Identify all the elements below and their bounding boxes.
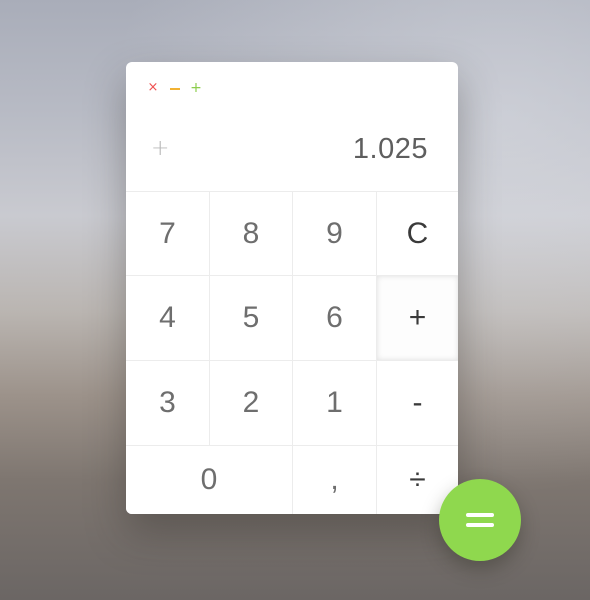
key-1[interactable]: 1 [293, 361, 377, 446]
subtract-button[interactable]: - [377, 361, 458, 446]
display: + 1.025 [126, 114, 458, 192]
maximize-icon[interactable]: + [189, 80, 203, 96]
close-icon[interactable]: × [146, 80, 160, 96]
key-8[interactable]: 8 [210, 192, 293, 276]
key-7[interactable]: 7 [126, 192, 210, 276]
add-button[interactable]: + [377, 276, 458, 361]
key-6[interactable]: 6 [293, 276, 377, 361]
key-2[interactable]: 2 [210, 361, 293, 446]
calculator-window: × + + 1.025 7 8 9 C 4 5 6 + 3 2 1 - 0 , … [126, 62, 458, 514]
decimal-comma-button[interactable]: , [293, 446, 377, 514]
key-3[interactable]: 3 [126, 361, 210, 446]
key-0[interactable]: 0 [126, 446, 293, 514]
display-value: 1.025 [352, 133, 428, 165]
title-bar: × + [126, 62, 458, 114]
operator-indicator: + [151, 136, 170, 161]
minimize-icon[interactable] [168, 80, 182, 96]
keypad: 7 8 9 C 4 5 6 + 3 2 1 - 0 , ÷ [126, 192, 458, 514]
key-9[interactable]: 9 [293, 192, 377, 276]
equals-button[interactable] [439, 479, 521, 561]
key-5[interactable]: 5 [210, 276, 293, 361]
clear-button[interactable]: C [377, 192, 458, 276]
key-4[interactable]: 4 [126, 276, 210, 361]
